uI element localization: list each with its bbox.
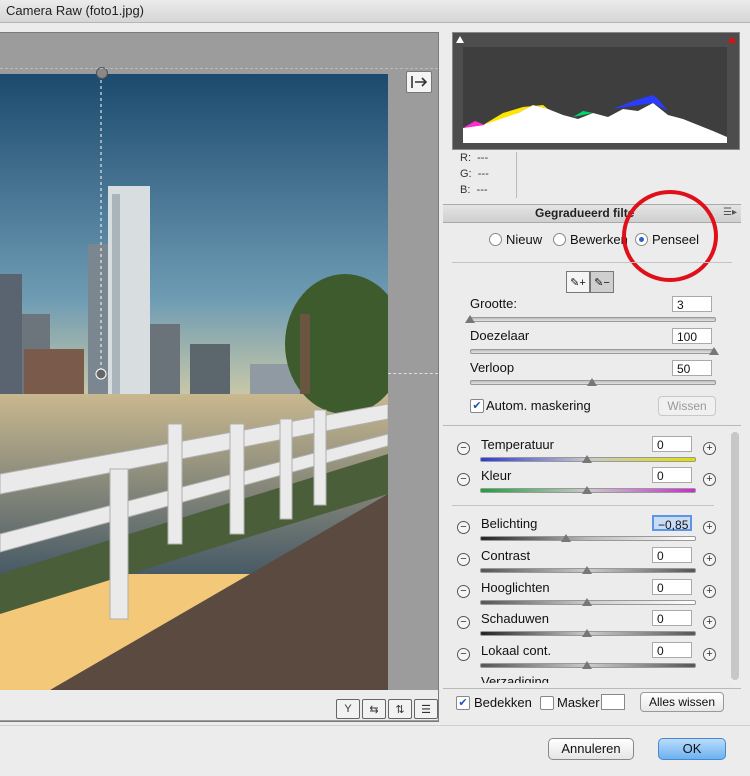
mode-edit-label: Bewerken: [570, 232, 628, 247]
g-value: ---: [477, 168, 489, 180]
settings-sliders-icon[interactable]: ☰: [414, 699, 438, 719]
guide-line-top: [0, 68, 438, 69]
swap-icon: [411, 76, 428, 88]
adjustment-value[interactable]: 0: [652, 579, 692, 595]
adjustment-value[interactable]: 0: [652, 436, 692, 452]
panel-title: Gegradueerd filte: [535, 206, 635, 220]
adjustment-slider-thumb[interactable]: [582, 629, 592, 637]
adjustment-label: Verzadiging: [481, 674, 549, 689]
decrease-icon[interactable]: −: [457, 473, 470, 486]
adjustment-label: Schaduwen: [481, 611, 549, 626]
adjustment-value[interactable]: −0,85: [652, 515, 692, 532]
increase-icon[interactable]: +: [703, 616, 716, 629]
automask-checkbox[interactable]: ✔: [470, 399, 484, 413]
adjustment-value[interactable]: 0: [652, 467, 692, 483]
panel-menu-icon[interactable]: ☰▸: [723, 207, 737, 218]
radio-indicator: [553, 233, 566, 246]
feather-label: Doezelaar: [470, 328, 530, 343]
brush-add-icon[interactable]: ✎+: [566, 271, 590, 293]
swap-view-button[interactable]: [406, 71, 432, 93]
scrollbar-thumb[interactable]: [731, 432, 739, 680]
adjustment-slider-thumb[interactable]: [560, 534, 571, 542]
increase-icon[interactable]: +: [703, 648, 716, 661]
clear-button[interactable]: Wissen: [658, 396, 716, 416]
decrease-icon[interactable]: −: [457, 553, 470, 566]
view-tool-icons: Y ⇆ ⇅ ☰: [336, 699, 438, 719]
size-slider-thumb[interactable]: [465, 315, 475, 323]
overlay-checkbox[interactable]: ✔: [456, 696, 470, 710]
brush-mode-buttons: ✎+ ✎−: [566, 271, 614, 293]
ok-button[interactable]: OK: [658, 738, 726, 760]
adjustment-slider[interactable]: [480, 536, 696, 541]
size-label: Grootte:: [470, 296, 517, 311]
highlight-circle: [622, 190, 718, 282]
brush-erase-icon[interactable]: ✎−: [590, 271, 614, 293]
mask-checkbox[interactable]: ✔: [540, 696, 554, 710]
adjustment-slider-thumb[interactable]: [582, 455, 592, 463]
automask-label: Autom. maskering: [486, 398, 591, 413]
adjustment-label: Hooglichten: [481, 580, 550, 595]
adjustment-value[interactable]: 0: [652, 610, 692, 626]
cancel-button[interactable]: Annuleren: [548, 738, 634, 760]
increase-icon[interactable]: +: [703, 553, 716, 566]
flow-value[interactable]: 50: [672, 360, 712, 376]
adjustment-slider-thumb[interactable]: [582, 661, 592, 669]
r-value: ---: [477, 152, 489, 164]
overlay-label: Bedekken: [474, 695, 532, 710]
guide-line: [388, 373, 438, 374]
adjustment-slider-thumb[interactable]: [582, 566, 592, 574]
increase-icon[interactable]: +: [703, 473, 716, 486]
before-after-icon[interactable]: ⇆: [362, 699, 386, 719]
feather-value[interactable]: 100: [672, 328, 712, 344]
decrease-icon[interactable]: −: [457, 648, 470, 661]
adjustment-label: Lokaal cont.: [481, 643, 552, 658]
decrease-icon[interactable]: −: [457, 442, 470, 455]
image-preview[interactable]: [0, 32, 439, 722]
increase-icon[interactable]: +: [703, 521, 716, 534]
feather-slider[interactable]: [470, 349, 716, 354]
preview-photo[interactable]: [0, 74, 388, 719]
adjustment-slider-thumb[interactable]: [582, 486, 592, 494]
decrease-icon[interactable]: −: [457, 521, 470, 534]
swap-settings-icon[interactable]: ⇅: [388, 699, 412, 719]
mode-new-radio[interactable]: Nieuw: [489, 232, 542, 247]
adjustment-value[interactable]: 0: [652, 642, 692, 658]
adjustment-label: Contrast: [481, 548, 531, 563]
rgb-readout: R: --- G: --- B: ---: [452, 150, 738, 200]
mode-new-label: Nieuw: [506, 232, 543, 247]
b-label: B:: [460, 184, 471, 196]
adjustment-value[interactable]: 0: [652, 547, 692, 563]
dialog-footer: [0, 725, 750, 776]
adjustment-slider-thumb[interactable]: [582, 598, 592, 606]
increase-icon[interactable]: +: [703, 585, 716, 598]
size-slider[interactable]: [470, 317, 716, 322]
b-value: ---: [476, 184, 488, 196]
decrease-icon[interactable]: −: [457, 585, 470, 598]
title-bar: Camera Raw (foto1.jpg): [0, 0, 750, 23]
mask-color-swatch[interactable]: [601, 694, 625, 710]
clear-all-button[interactable]: Alles wissen: [640, 692, 724, 712]
flow-slider-thumb[interactable]: [587, 378, 597, 386]
adjustment-label: Belichting: [481, 516, 538, 531]
g-label: G:: [460, 168, 472, 180]
flow-label: Verloop: [470, 360, 515, 375]
adjustment-label: Kleur: [481, 468, 512, 483]
mask-label: Masker: [557, 695, 600, 710]
radio-indicator: [489, 233, 502, 246]
decrease-icon[interactable]: −: [457, 616, 470, 629]
histogram: [452, 32, 740, 150]
adjustment-label: Temperatuur: [481, 437, 554, 452]
y-split-icon[interactable]: Y: [336, 699, 360, 719]
feather-slider-thumb[interactable]: [709, 347, 719, 355]
window-title: Camera Raw (foto1.jpg): [6, 3, 144, 18]
histogram-graph: [453, 33, 739, 149]
mode-edit-radio[interactable]: Bewerken: [553, 232, 628, 247]
r-label: R:: [460, 152, 471, 164]
increase-icon[interactable]: +: [703, 442, 716, 455]
size-value[interactable]: 3: [672, 296, 712, 312]
